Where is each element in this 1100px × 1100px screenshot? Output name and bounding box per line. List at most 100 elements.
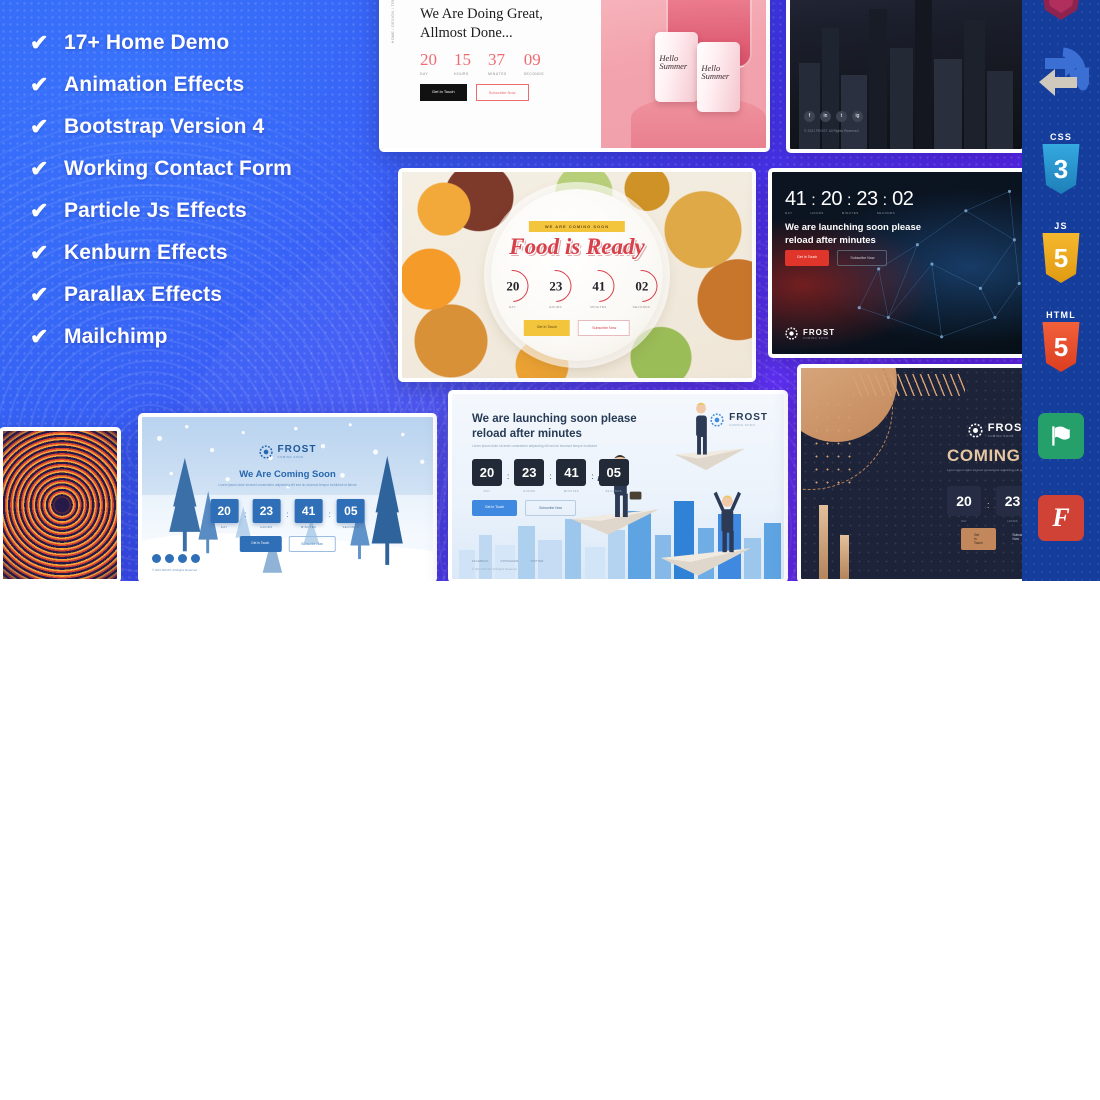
copper-buttons: Get In Touch Subscribe Now bbox=[961, 528, 1028, 550]
get-in-touch-button[interactable]: Get In Touch bbox=[523, 320, 571, 336]
feature-label: Mailchimp bbox=[64, 325, 168, 348]
check-icon: ✔ bbox=[30, 30, 49, 55]
feature-label: Animation Effects bbox=[64, 73, 245, 96]
countdown-value: 41 bbox=[294, 499, 323, 523]
social-links[interactable] bbox=[152, 554, 200, 563]
promo-banner: ✔ 17+ Home Demo ✔ Animation Effects ✔ Bo… bbox=[0, 0, 1100, 581]
feature-item: ✔ 17+ Home Demo bbox=[30, 22, 380, 64]
social-links[interactable]: f in t ig bbox=[804, 111, 863, 122]
preview-card-city-dark[interactable]: Get In Touch Subscribe Now f in t ig © 2… bbox=[786, 0, 1026, 153]
food-ribbon: WE ARE COMING SOON bbox=[528, 221, 626, 232]
facebook-icon[interactable] bbox=[152, 554, 161, 563]
countdown-value: 05 bbox=[336, 499, 365, 523]
countdown-value: 20 bbox=[472, 459, 502, 486]
network-heading-line2: reload after minutes bbox=[785, 234, 876, 246]
countdown-cell: 20 DAY bbox=[947, 486, 981, 523]
summer-countdown: 20 DAY 15 HOURS 37 MINUTES 09 SECONDS bbox=[420, 50, 544, 76]
check-icon: ✔ bbox=[30, 324, 49, 349]
facebook-link[interactable]: FACEBOOK bbox=[472, 559, 489, 563]
summer-side-text: HOME / DESIGN / TREND bbox=[391, 0, 395, 44]
countdown-value: 23 bbox=[549, 278, 562, 293]
countdown-value: 23 bbox=[856, 188, 878, 210]
preview-card-summer[interactable]: HOME / DESIGN / TREND We Are Doing Great… bbox=[379, 0, 770, 152]
get-in-touch-button[interactable]: Get In Touch bbox=[785, 250, 830, 266]
check-icon: ✔ bbox=[30, 156, 49, 181]
preview-card-winter[interactable]: FROST COMING SOON We Are Coming Soon Lor… bbox=[138, 413, 437, 581]
countdown-cell: 05 SECONDS bbox=[336, 499, 365, 529]
html5-icon[interactable]: HTML 5 bbox=[1033, 311, 1089, 372]
facebook-icon[interactable]: f bbox=[804, 111, 815, 122]
frost-logo: FROST COMING SOON bbox=[258, 444, 317, 459]
twitter-link[interactable]: TWITTER bbox=[530, 559, 543, 563]
feature-label: Parallax Effects bbox=[64, 283, 223, 306]
wordpress-icon[interactable] bbox=[1036, 0, 1086, 22]
twitter-icon[interactable]: t bbox=[836, 111, 847, 122]
countdown-label: SECONDS bbox=[605, 489, 623, 493]
logo-subtitle: COMING SOON bbox=[729, 423, 756, 427]
countdown-label: HOURS bbox=[810, 211, 824, 215]
network-countdown: 41 : 20 : 23 : 02 bbox=[785, 188, 914, 211]
twitter-icon[interactable] bbox=[165, 554, 174, 563]
instagram-icon[interactable] bbox=[191, 554, 200, 563]
countdown-cell: 20 DAY bbox=[489, 263, 536, 309]
feature-label: 17+ Home Demo bbox=[64, 31, 230, 54]
instagram-icon[interactable]: ig bbox=[852, 111, 863, 122]
countdown-value: 23 bbox=[252, 499, 281, 523]
linkedin-icon[interactable] bbox=[178, 554, 187, 563]
javascript-icon[interactable]: JS 5 bbox=[1033, 221, 1089, 283]
preview-card-copper-dark[interactable]: FROST COMING SOON COMING SOON Lorem ipsu… bbox=[797, 364, 1032, 581]
get-in-touch-button[interactable]: Get In Touch bbox=[420, 84, 467, 101]
countdown-cell: 41 MINUTES bbox=[556, 459, 587, 493]
countdown-label: MINUTES bbox=[563, 489, 580, 493]
business-buttons: Get In Touch Subscribe Now bbox=[472, 500, 576, 516]
get-in-touch-button[interactable]: Get In Touch bbox=[239, 536, 282, 552]
check-icon: ✔ bbox=[30, 240, 49, 265]
feature-item: ✔ Bootstrap Version 4 bbox=[30, 106, 380, 148]
subscribe-button[interactable]: Subscribe Now bbox=[837, 250, 888, 266]
linkedin-icon[interactable]: in bbox=[820, 111, 831, 122]
preview-card-network-dark[interactable]: 41 : 20 : 23 : 02 DAY HOURS MINUTES SECO… bbox=[768, 168, 1030, 358]
instagram-link[interactable]: INSTAGRAM bbox=[501, 559, 519, 563]
check-icon: ✔ bbox=[30, 282, 49, 307]
subscribe-button[interactable]: Subscribe Now bbox=[288, 536, 336, 552]
countdown-cell: 15 HOURS bbox=[454, 50, 471, 76]
summer-buttons: Get In Touch Subscribe Now bbox=[420, 84, 529, 101]
countdown-label: MINUTES bbox=[590, 305, 607, 309]
countdown-cell: 20 DAY bbox=[210, 499, 239, 529]
javascript-label: JS bbox=[1054, 221, 1068, 231]
countdown-value: 20 bbox=[947, 486, 981, 516]
font-awesome-icon[interactable]: F bbox=[1033, 495, 1089, 551]
copyright-text: © 2021 FROST. All Rights Reserved bbox=[152, 568, 197, 572]
get-in-touch-button[interactable]: Get In Touch bbox=[961, 528, 996, 550]
flag-icon[interactable] bbox=[1033, 413, 1089, 469]
social-links[interactable]: FACEBOOK INSTAGRAM TWITTER bbox=[472, 559, 543, 563]
javascript-badge: 5 bbox=[1042, 233, 1080, 283]
food-title: Food is Ready bbox=[509, 234, 645, 259]
copper-countdown: 20 DAY : 23 HOURS : 41 MINUTES bbox=[947, 486, 1028, 523]
tech-stack-sidebar: CSS 3 JS 5 HTML 5 F bbox=[1022, 0, 1100, 581]
refresh-sync-icon[interactable] bbox=[1033, 44, 1094, 100]
preview-card-food[interactable]: WE ARE COMING SOON Food is Ready 20 DAY … bbox=[398, 168, 756, 382]
css3-icon[interactable]: CSS 3 bbox=[1033, 133, 1089, 194]
countdown-label: MINUTES bbox=[488, 72, 507, 76]
logo-name: FROST bbox=[803, 327, 836, 337]
can-label: Hello Summer bbox=[659, 53, 688, 72]
subscribe-button[interactable]: Subscribe Now bbox=[578, 320, 631, 336]
subscribe-button[interactable]: Subscribe Now bbox=[475, 84, 529, 101]
preview-card-business[interactable]: We are launching soon please reload afte… bbox=[448, 390, 788, 581]
soda-can: Hello Summer bbox=[697, 42, 741, 112]
countdown-label: DAY bbox=[220, 525, 228, 529]
preview-card-spiral[interactable] bbox=[0, 427, 121, 581]
city-photo bbox=[790, 0, 1022, 149]
countdown-cell: 37 MINUTES bbox=[488, 50, 507, 76]
get-in-touch-button[interactable]: Get In Touch bbox=[472, 500, 518, 516]
refresh-sync-glyph bbox=[1039, 47, 1094, 96]
css3-badge: 3 bbox=[1042, 144, 1080, 194]
countdown-cell: 23 HOURS bbox=[514, 459, 545, 493]
countdown-label: HOURS bbox=[454, 72, 469, 76]
soda-can: Hello Summer bbox=[655, 32, 699, 102]
page-whitespace bbox=[0, 581, 1100, 1100]
dot-grid-shape bbox=[811, 398, 851, 493]
subscribe-button[interactable]: Subscribe Now bbox=[525, 500, 576, 516]
countdown-label: SECONDS bbox=[632, 305, 651, 309]
